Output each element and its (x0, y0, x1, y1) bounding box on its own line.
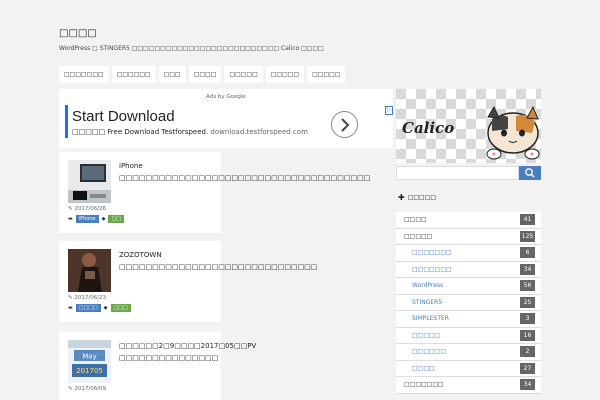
category-count-badge: 2 (520, 346, 535, 357)
category-name[interactable]: □□□□ (412, 365, 435, 372)
post-tags: ▬ iPhone ◆ □□ (68, 215, 124, 223)
thumb-month: May (82, 353, 96, 361)
nav-item-2[interactable]: □□□□□□ (111, 66, 156, 83)
category-count-badge: 6 (520, 247, 535, 258)
nav-item-7[interactable]: □□□□□ (307, 66, 346, 83)
post-title[interactable]: ZOZOTOWN □□□□□□□□□□□□□□□□□□□□□□□□□□□□□□ (119, 249, 317, 273)
category-count-badge: 3 (520, 313, 535, 324)
calico-banner[interactable]: Calico (396, 89, 541, 163)
ad-label: Ads by Google (206, 94, 246, 100)
search-form (396, 166, 541, 180)
post-tag[interactable]: □□□ (110, 304, 131, 312)
category-count-badge: 41 (520, 214, 535, 225)
category-tag[interactable]: □□□□ (75, 304, 101, 312)
folder-icon: ▬ (68, 216, 73, 222)
post-thumbnail[interactable] (68, 160, 111, 203)
category-item[interactable]: SIMPLESTER 3 (396, 311, 541, 328)
category-list: □□□□ 41 □□□□□ 125 □□□□□□□ 6 □□□□□□□ 34 WordPress… (396, 212, 541, 394)
category-item[interactable]: □□□□ 27 (396, 360, 541, 377)
ad-url: download.testforspeed.com (210, 128, 308, 136)
category-item[interactable]: STINGER5 25 (396, 294, 541, 311)
nav-item-3[interactable]: □□□ (158, 66, 186, 83)
nav-item-6[interactable]: □□□□□ (265, 66, 305, 83)
ad-subline: □□□□□ Free Download Testforspeed. downlo… (72, 128, 308, 136)
nav-item-1[interactable]: □□□□□□□ (59, 66, 109, 83)
banner-logo-text: Calico (402, 119, 454, 137)
post-card[interactable]: ZOZOTOWN □□□□□□□□□□□□□□□□□□□□□□□□□□□□□□ … (59, 241, 317, 322)
category-count-badge: 56 (520, 280, 535, 291)
post-date-text: 2017/06/26 (74, 206, 107, 212)
ad-accent-bar (65, 105, 68, 138)
category-name[interactable]: □□□□ (404, 216, 427, 223)
post-date: ✎ 2017/06/23 (68, 295, 107, 301)
category-count-badge: 27 (520, 362, 535, 374)
category-name[interactable]: □□□□□□□ (404, 381, 444, 388)
post-date: ✎ 2017/06/09 (68, 386, 107, 392)
chevron-right-icon (341, 118, 350, 132)
category-name[interactable]: WordPress (412, 282, 443, 289)
category-item[interactable]: □□□□□ 125 (396, 228, 541, 245)
main-nav: □□□□□□□ □□□□□□ □□□ □□□□ □□□□□ □□□□□ □□□□… (59, 66, 346, 83)
site-title[interactable]: □□□□ (59, 28, 542, 39)
post-title[interactable]: □□□□□□2□9□□□□2017□05□□PV □□□□□□□□□□□□□□□ (119, 340, 256, 364)
category-count-badge: 125 (520, 230, 535, 242)
category-name[interactable]: □□□□□ (404, 233, 432, 240)
post-date-text: 2017/06/23 (74, 295, 107, 301)
post-card[interactable]: May 201705 □□□□□□2□9□□□□2017□05□□PV □□□□… (59, 332, 256, 400)
ad-next-button[interactable] (331, 111, 358, 138)
category-name[interactable]: STINGER5 (412, 299, 442, 306)
category-item[interactable]: □□□□□□□ 34 (396, 377, 541, 394)
category-name[interactable]: SIMPLESTER (412, 315, 449, 322)
ad-headline[interactable]: Start Download (72, 108, 175, 125)
category-count-badge: 34 (520, 379, 535, 390)
site-header: □□□□ WordPress □ STINGER5 □□□□□□□□□□□□□□… (59, 28, 542, 52)
plus-icon: ✚ (398, 193, 405, 202)
thumb-year: 201705 (76, 367, 103, 375)
category-item[interactable]: □□□□□□□ 34 (396, 261, 541, 278)
category-count-badge: 16 (520, 329, 535, 341)
category-name[interactable]: □□□□□□□ (412, 249, 452, 256)
post-card[interactable]: iPhone □□□□□□□□□□□□□□□□□□□□□□□□□□□□□□□□□… (59, 152, 370, 233)
post-date-text: 2017/06/09 (74, 386, 107, 392)
nav-item-4[interactable]: □□□□ (188, 66, 222, 83)
category-item[interactable]: □□□□□ 16 (396, 327, 541, 344)
category-count-badge: 34 (520, 263, 535, 275)
category-name[interactable]: □□□□□□□ (412, 266, 452, 273)
cat-mascot-icon (486, 105, 540, 160)
tag-icon: ◆ (103, 305, 108, 311)
category-item[interactable]: WordPress 56 (396, 278, 541, 295)
category-heading-text: □□□□□ (407, 194, 437, 201)
category-item[interactable]: □□□□ 41 (396, 212, 541, 229)
post-thumbnail[interactable]: May 201705 (68, 340, 111, 383)
post-date: ✎ 2017/06/26 (68, 206, 107, 212)
ad-close-icon[interactable]: ▷ (385, 106, 393, 115)
category-heading: ✚ □□□□□ (398, 193, 436, 202)
post-tags: ▬ □□□□ ◆ □□□ (68, 304, 131, 312)
category-tag[interactable]: iPhone (75, 215, 99, 223)
category-item[interactable]: □□□□□□ 2 (396, 344, 541, 361)
nav-item-5[interactable]: □□□□□ (224, 66, 263, 83)
search-icon (525, 168, 535, 178)
post-thumbnail[interactable] (68, 249, 111, 292)
category-name[interactable]: □□□□□ (412, 332, 440, 339)
site-description: WordPress □ STINGER5 □□□□□□□□□□□□□□□□□□□… (59, 45, 324, 52)
category-item[interactable]: □□□□□□□ 6 (396, 245, 541, 262)
search-input[interactable] (396, 166, 519, 180)
ad-sub-text: □□□□□ Free Download Testforspeed. (72, 128, 209, 136)
folder-icon: ▬ (68, 305, 73, 311)
post-title[interactable]: iPhone □□□□□□□□□□□□□□□□□□□□□□□□□□□□□□□□□… (119, 160, 370, 184)
tag-icon: ◆ (101, 216, 106, 222)
category-name[interactable]: □□□□□□ (412, 348, 446, 355)
search-button[interactable] (519, 166, 541, 180)
category-count-badge: 25 (520, 296, 535, 308)
post-tag[interactable]: □□ (108, 215, 124, 223)
